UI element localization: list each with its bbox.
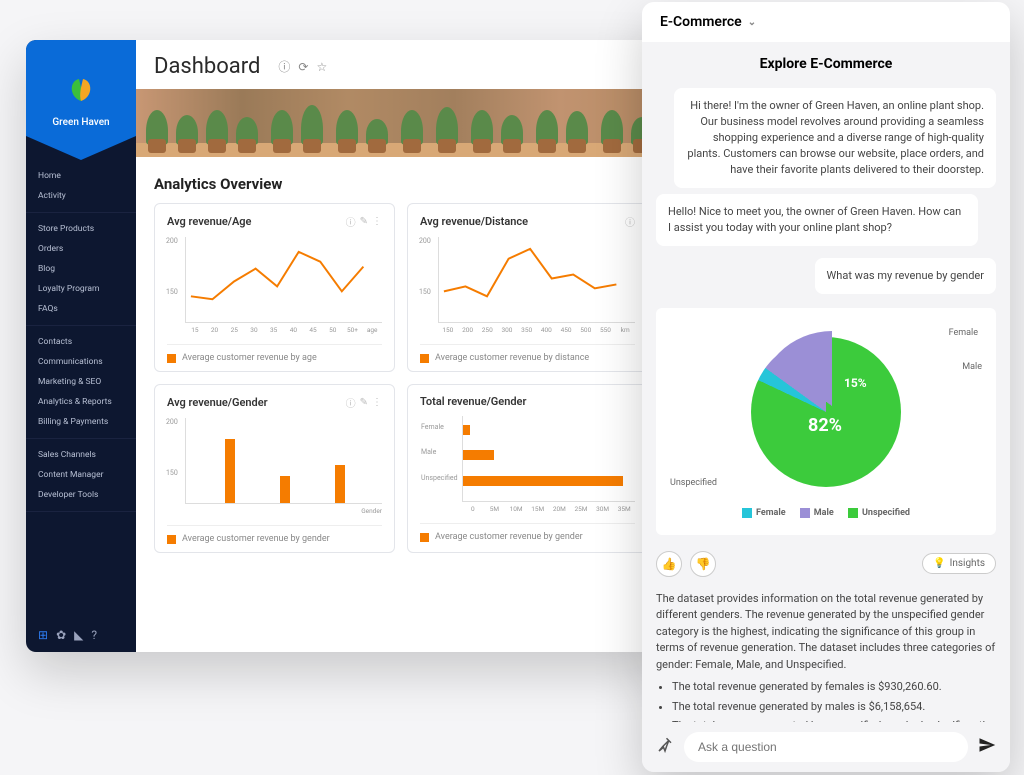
leaf-logo-icon xyxy=(61,73,101,113)
topbar: Dashboard ⓘ ⟳ ☆ xyxy=(136,40,666,89)
pie-legend-unspecified: Unspecified xyxy=(670,478,717,488)
chat-header[interactable]: E-Commerce ⌄ xyxy=(642,2,1010,42)
edit-icon[interactable]: ✎ xyxy=(360,397,368,408)
brand-block: Green Haven xyxy=(26,40,136,160)
hbar-chart-gender: Female Male Unspecified xyxy=(462,416,635,502)
chat-input-row xyxy=(642,722,1010,772)
hero-banner xyxy=(136,89,666,157)
more-icon[interactable]: ⋮ xyxy=(372,397,382,408)
card-title: Avg revenue/Age xyxy=(167,215,342,228)
send-button[interactable] xyxy=(978,736,996,758)
edit-icon[interactable]: ✎ xyxy=(360,216,368,227)
nav-content-manager[interactable]: Content Manager xyxy=(26,465,136,485)
nav-billing-payments[interactable]: Billing & Payments xyxy=(26,412,136,432)
info-icon[interactable]: ⓘ xyxy=(346,395,356,410)
chat-header-label: E-Commerce xyxy=(660,14,742,30)
card-total-revenue-gender: Total revenue/Gender Female Male Unspeci… xyxy=(407,384,648,553)
bar-chart-gender: 200 150 xyxy=(185,418,382,504)
legend-swatch xyxy=(420,533,429,542)
legend-swatch xyxy=(420,354,429,363)
bot-message: Hello! Nice to meet you, the owner of Gr… xyxy=(656,194,978,246)
clear-chat-icon[interactable] xyxy=(656,736,674,758)
line-chart-age: 200 150 xyxy=(185,237,382,323)
pie-legend-female: Female xyxy=(949,328,978,338)
more-icon[interactable]: ⋮ xyxy=(372,216,382,227)
bookmark-icon[interactable]: ◣ xyxy=(74,628,83,642)
help-icon[interactable]: ? xyxy=(91,628,97,642)
chat-panel: E-Commerce ⌄ Explore E-Commerce Hi there… xyxy=(642,2,1010,772)
sidebar-footer: ⊞ ✿ ◣ ? xyxy=(26,618,136,652)
main-content: Dashboard ⓘ ⟳ ☆ Analytics Overview Avg r… xyxy=(136,40,666,652)
card-title: Avg revenue/Distance xyxy=(420,215,621,228)
legend-swatch xyxy=(167,354,176,363)
analysis-text: The dataset provides information on the … xyxy=(656,591,996,723)
user-message: Hi there! I'm the owner of Green Haven, … xyxy=(674,88,996,188)
star-icon[interactable]: ☆ xyxy=(316,60,327,74)
refresh-icon[interactable]: ⟳ xyxy=(298,60,308,74)
nav-sales-channels[interactable]: Sales Channels xyxy=(26,445,136,465)
analysis-point: The total revenue generated by males is … xyxy=(672,699,996,716)
pie-chart-card: 82% 15% Female Male Unspecified Female M… xyxy=(656,308,996,535)
lightbulb-icon: 💡 xyxy=(933,558,945,569)
chat-body: Hi there! I'm the owner of Green Haven, … xyxy=(642,82,1010,722)
nav-home[interactable]: Home xyxy=(26,166,136,186)
nav-store-products[interactable]: Store Products xyxy=(26,219,136,239)
card-avg-revenue-gender: Avg revenue/Gender ⓘ ✎ ⋮ 200 150 Gender xyxy=(154,384,395,553)
card-avg-revenue-age: Avg revenue/Age ⓘ ✎ ⋮ 200 150 1520 2530 … xyxy=(154,203,395,372)
card-avg-revenue-distance: Avg revenue/Distance ⓘ 200 150 150200 25… xyxy=(407,203,648,372)
apps-icon[interactable]: ⊞ xyxy=(38,628,48,642)
nav-contacts[interactable]: Contacts xyxy=(26,332,136,352)
nav-loyalty[interactable]: Loyalty Program xyxy=(26,279,136,299)
line-chart-svg xyxy=(186,237,382,322)
chat-title: Explore E-Commerce xyxy=(642,42,1010,82)
insights-button[interactable]: 💡 Insights xyxy=(922,553,996,574)
card-title: Avg revenue/Gender xyxy=(167,396,342,409)
legend-swatch xyxy=(167,535,176,544)
nav-faqs[interactable]: FAQs xyxy=(26,299,136,319)
info-icon[interactable]: ⓘ xyxy=(625,214,635,229)
feedback-row: 👍 👎 💡 Insights xyxy=(656,543,996,585)
nav-marketing-seo[interactable]: Marketing & SEO xyxy=(26,372,136,392)
pie-label-male: 15% xyxy=(844,376,867,390)
pie-legend: Female Male Unspecified xyxy=(670,508,982,521)
nav-orders[interactable]: Orders xyxy=(26,239,136,259)
nav-blog[interactable]: Blog xyxy=(26,259,136,279)
line-chart-distance: 200 150 xyxy=(438,237,635,323)
nav-activity[interactable]: Activity xyxy=(26,186,136,206)
thumbs-down-button[interactable]: 👎 xyxy=(690,551,716,577)
pie-chart: 82% 15% xyxy=(751,337,901,487)
pie-label-unspecified: 82% xyxy=(808,415,842,436)
page-title: Dashboard xyxy=(154,54,260,79)
caption: Average customer revenue by distance xyxy=(420,344,635,363)
analysis-point: The total revenue generated by females i… xyxy=(672,679,996,696)
pie-legend-male: Male xyxy=(962,362,982,372)
chat-input[interactable] xyxy=(684,732,968,762)
info-icon[interactable]: ⓘ xyxy=(346,214,356,229)
card-title: Total revenue/Gender xyxy=(420,395,635,408)
chevron-down-icon: ⌄ xyxy=(748,17,756,28)
thumbs-up-button[interactable]: 👍 xyxy=(656,551,682,577)
section-title: Analytics Overview xyxy=(136,157,666,203)
brand-name: Green Haven xyxy=(52,117,109,128)
x-axis: 150200 250300 350400 450500 550km xyxy=(438,326,635,334)
caption: Average customer revenue by gender xyxy=(420,523,635,542)
caption: Average customer revenue by gender xyxy=(167,525,382,544)
sidebar: Green Haven Home Activity Store Products… xyxy=(26,40,136,652)
user-message: What was my revenue by gender xyxy=(815,258,996,294)
dashboard-window: Green Haven Home Activity Store Products… xyxy=(26,40,666,652)
nav-developer-tools[interactable]: Developer Tools xyxy=(26,485,136,505)
nav-communications[interactable]: Communications xyxy=(26,352,136,372)
gear-icon[interactable]: ✿ xyxy=(56,628,66,642)
info-icon[interactable]: ⓘ xyxy=(278,58,290,75)
nav-analytics-reports[interactable]: Analytics & Reports xyxy=(26,392,136,412)
caption: Average customer revenue by age xyxy=(167,344,382,363)
line-chart-svg xyxy=(439,237,635,322)
x-axis: 1520 2530 3540 4550 50+age xyxy=(185,326,382,334)
